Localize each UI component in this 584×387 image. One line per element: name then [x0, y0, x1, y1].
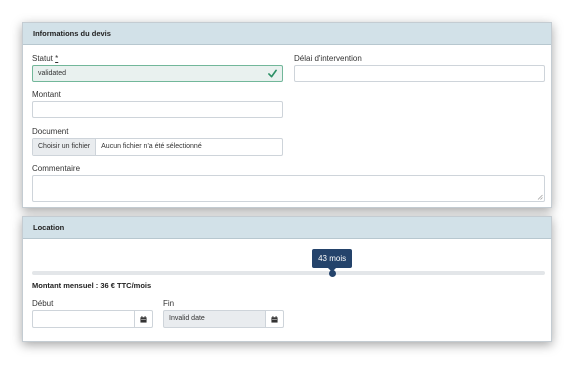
commentaire-label: Commentaire: [32, 164, 81, 173]
delai-input[interactable]: [294, 65, 545, 82]
statut-input[interactable]: validated: [32, 65, 283, 82]
statut-label-text: Statut: [32, 54, 56, 63]
fin-date-group: Invalid date: [163, 310, 284, 328]
duration-slider-track[interactable]: [32, 271, 545, 275]
debut-calendar-button[interactable]: [135, 310, 153, 328]
montant-input[interactable]: [32, 101, 283, 118]
montant-label: Montant: [32, 90, 61, 99]
debut-date-input[interactable]: [32, 310, 135, 328]
fin-date-input: Invalid date: [163, 310, 266, 328]
duration-slider-thumb[interactable]: [328, 269, 336, 277]
document-label: Document: [32, 127, 69, 136]
slider-value-tooltip: 43 mois: [312, 249, 353, 268]
statut-value: validated: [38, 70, 67, 77]
delai-label: Délai d'intervention: [294, 54, 362, 63]
file-status-text: Aucun fichier n'a été sélectionné: [101, 143, 202, 150]
debut-date-group: [32, 310, 153, 328]
fin-calendar-button[interactable]: [266, 310, 284, 328]
calendar-icon: [140, 315, 147, 323]
calendar-icon: [271, 315, 278, 323]
location-card-header: Location: [23, 217, 551, 239]
fin-value: Invalid date: [169, 315, 205, 322]
devis-card-header: Informations du devis: [23, 23, 551, 45]
devis-card: Informations du devis Statut * validated…: [22, 22, 552, 208]
location-card: Location 43 mois Montant mensuel : 36 € …: [22, 216, 552, 342]
document-file-input[interactable]: Choisir un fichier Aucun fichier n'a été…: [32, 138, 283, 156]
check-icon: [268, 69, 277, 78]
choose-file-button[interactable]: Choisir un fichier: [33, 139, 97, 155]
slider-value-label: 43 mois: [318, 254, 347, 263]
monthly-amount-text: Montant mensuel : 36 € TTC/mois: [32, 281, 152, 290]
commentaire-value: [33, 184, 38, 191]
debut-label: Début: [32, 299, 54, 308]
fin-label: Fin: [163, 299, 175, 308]
resize-handle-icon[interactable]: [537, 194, 543, 200]
commentaire-textarea[interactable]: [32, 175, 545, 202]
statut-label: Statut *: [32, 54, 58, 63]
required-mark: *: [55, 54, 59, 63]
